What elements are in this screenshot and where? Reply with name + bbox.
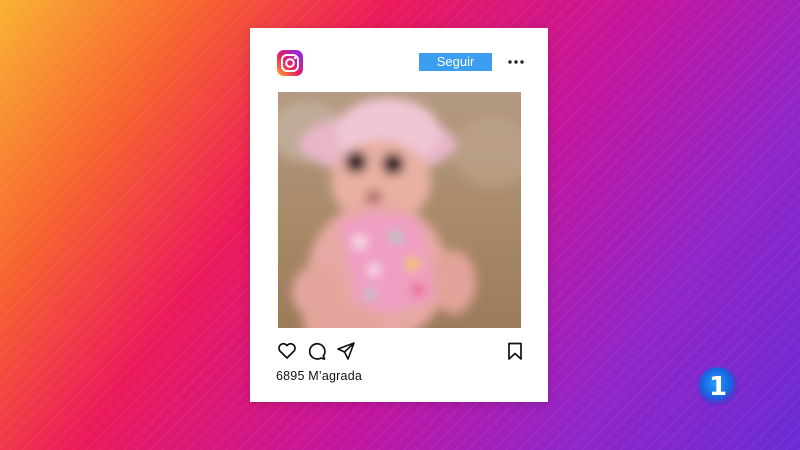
instagram-logo-icon — [277, 50, 303, 76]
share-icon[interactable] — [336, 341, 356, 361]
channel-logo-text: 1 — [708, 372, 728, 402]
follow-button[interactable]: Seguir — [419, 53, 492, 71]
more-options-icon[interactable] — [507, 55, 525, 69]
post-actions — [277, 341, 525, 361]
bookmark-icon[interactable] — [505, 341, 525, 361]
instagram-post-card: Seguir 6895 M’agrada — [250, 28, 548, 402]
likes-count[interactable]: 6895 M’agrada — [276, 369, 362, 383]
heart-icon[interactable] — [277, 341, 297, 361]
comment-icon[interactable] — [307, 341, 327, 361]
post-image[interactable] — [278, 92, 521, 328]
channel-logo: 1 — [697, 366, 739, 408]
